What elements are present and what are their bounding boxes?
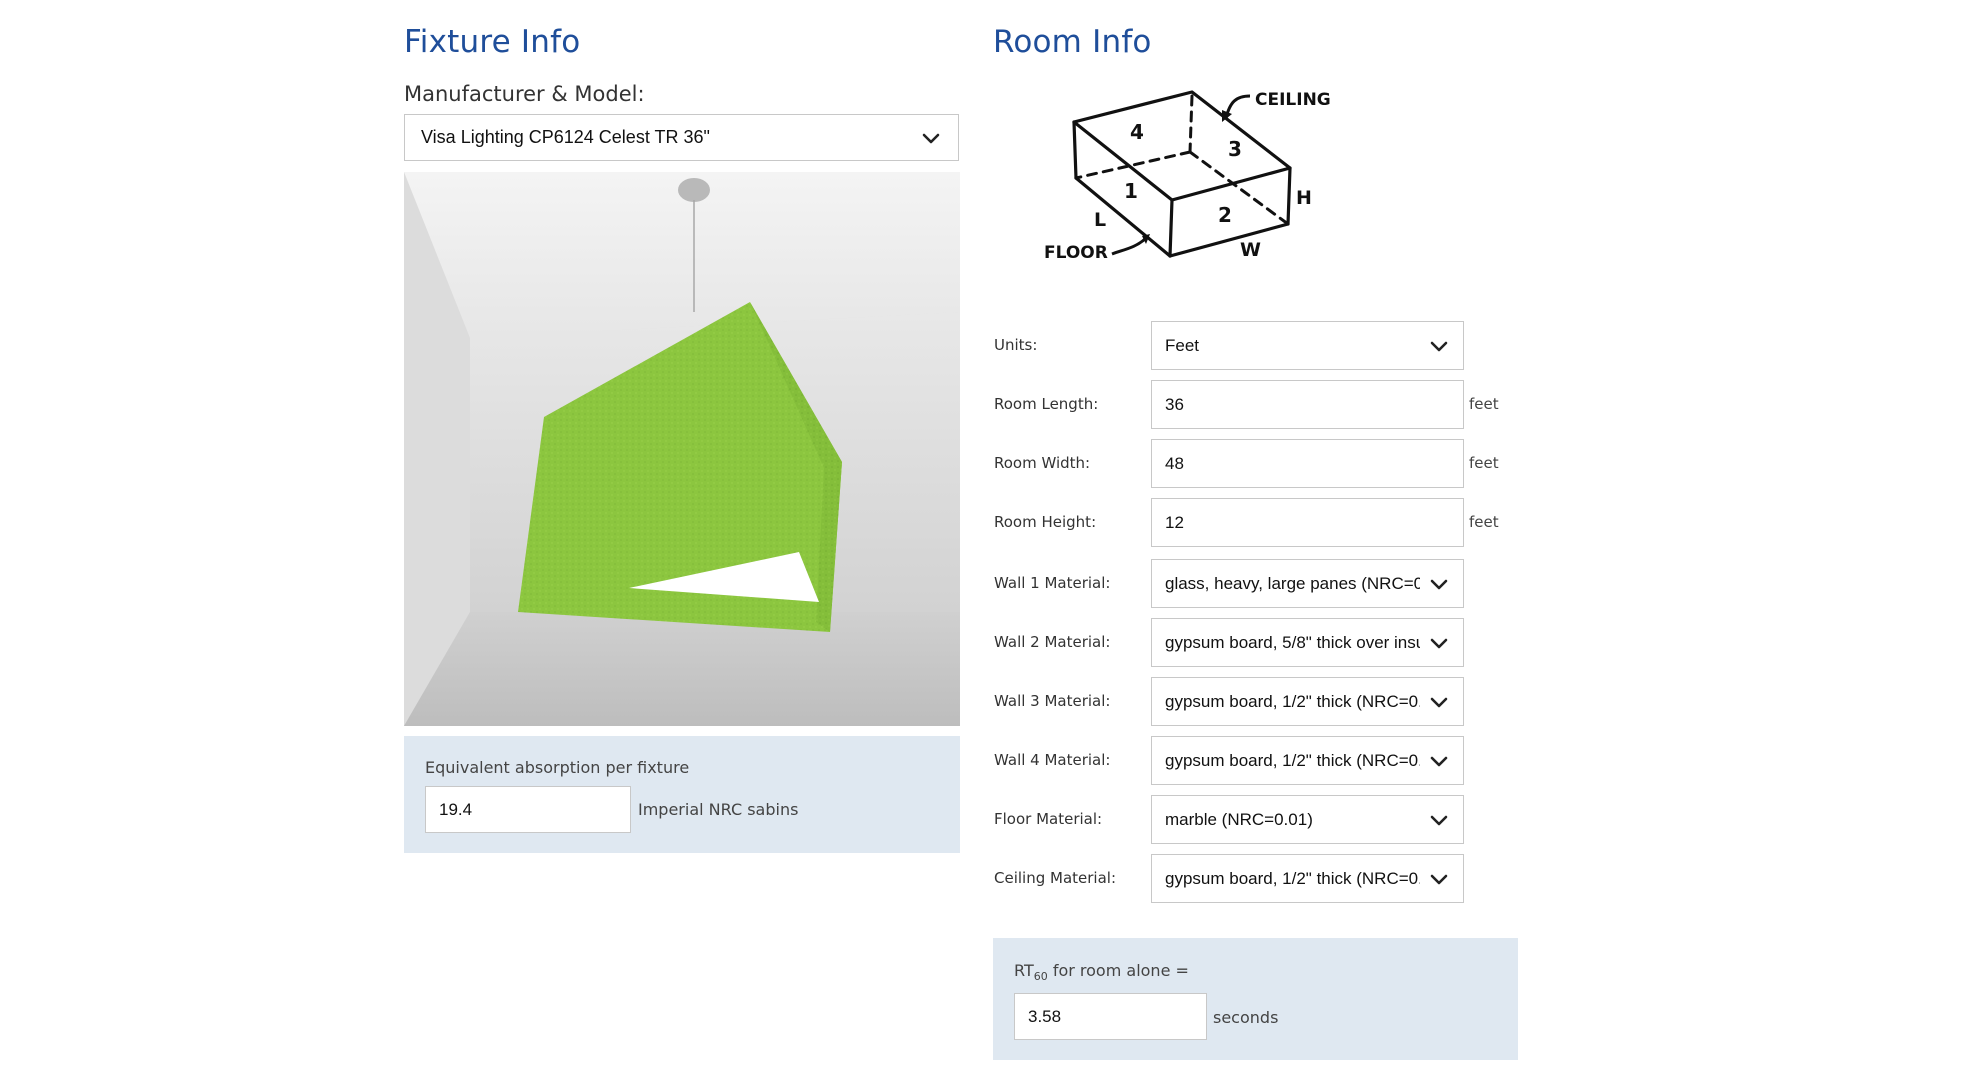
rt60-panel: RT60 for room alone = 3.58 seconds (993, 938, 1518, 1060)
floor-material-select[interactable]: marble (NRC=0.01) (1151, 795, 1464, 844)
wall3-material-select[interactable]: gypsum board, 1/2" thick (NRC=0.0 (1151, 677, 1464, 726)
wall4-material-value: gypsum board, 1/2" thick (NRC=0.0 (1165, 750, 1420, 770)
room-width-label: Room Width: (994, 454, 1091, 472)
floor-material-label: Floor Material: (994, 810, 1103, 828)
wall1-material-value: glass, heavy, large panes (NRC=0.0 (1165, 573, 1420, 593)
rt60-label-prefix: RT (1014, 961, 1034, 980)
diagram-wall1-number: 1 (1124, 179, 1138, 203)
absorption-panel: Equivalent absorption per fixture 19.4 I… (404, 736, 960, 853)
wall3-material-value: gypsum board, 1/2" thick (NRC=0.0 (1165, 691, 1420, 711)
chevron-down-icon (1430, 815, 1448, 825)
chevron-down-icon (1430, 756, 1448, 766)
diagram-wall3-number: 3 (1228, 137, 1242, 161)
rt60-field[interactable]: 3.58 (1014, 993, 1207, 1040)
diagram-ceiling-label: CEILING (1255, 90, 1331, 110)
absorption-field[interactable]: 19.4 (425, 786, 631, 833)
manufacturer-model-value: Visa Lighting CP6124 Celest TR 36" (421, 127, 710, 147)
wall1-material-label: Wall 1 Material: (994, 574, 1111, 592)
chevron-down-icon (1430, 579, 1448, 589)
chevron-down-icon (1430, 341, 1448, 351)
room-height-field[interactable]: 12 (1151, 498, 1464, 547)
diagram-wall4-number: 4 (1130, 120, 1144, 144)
rt60-label-subscript: 60 (1033, 970, 1048, 984)
room-box-diagram: CEILING FLOOR H L W 1 2 3 4 (1044, 90, 1331, 263)
diagram-wall2-number: 2 (1218, 203, 1232, 227)
fixture-render-image (404, 172, 960, 726)
diagram-l-label: L (1094, 209, 1106, 231)
chevron-down-icon (922, 133, 940, 143)
floor-material-value: marble (NRC=0.01) (1165, 809, 1313, 829)
units-value: Feet (1165, 335, 1200, 355)
room-height-label: Room Height: (994, 513, 1097, 531)
chevron-down-icon (1430, 874, 1448, 884)
wall4-material-label: Wall 4 Material: (994, 751, 1111, 769)
units-select[interactable]: Feet (1151, 321, 1464, 370)
ceiling-material-value: gypsum board, 1/2" thick (NRC=0.0 (1165, 868, 1420, 888)
wall1-material-select[interactable]: glass, heavy, large panes (NRC=0.0 (1151, 559, 1464, 608)
ceiling-material-select[interactable]: gypsum board, 1/2" thick (NRC=0.0 (1151, 854, 1464, 903)
rt60-label-suffix: for room alone = (1047, 961, 1189, 980)
chevron-down-icon (1430, 638, 1448, 648)
diagram-h-label: H (1296, 187, 1312, 209)
rt60-unit: seconds (1213, 1008, 1279, 1027)
room-height-unit: feet (1469, 513, 1499, 531)
fixture-info-title: Fixture Info (404, 24, 581, 60)
wall2-material-value: gypsum board, 5/8" thick over insula (1165, 632, 1420, 652)
wall2-material-select[interactable]: gypsum board, 5/8" thick over insula (1151, 618, 1464, 667)
room-width-unit: feet (1469, 454, 1499, 472)
chevron-down-icon (1430, 697, 1448, 707)
wall4-material-select[interactable]: gypsum board, 1/2" thick (NRC=0.0 (1151, 736, 1464, 785)
room-length-unit: feet (1469, 395, 1499, 413)
units-label: Units: (994, 336, 1038, 354)
ceiling-material-label: Ceiling Material: (994, 869, 1116, 887)
absorption-unit: Imperial NRC sabins (638, 800, 799, 819)
manufacturer-model-label: Manufacturer & Model: (404, 82, 645, 106)
room-length-label: Room Length: (994, 395, 1099, 413)
diagram-w-label: W (1240, 239, 1261, 261)
rt60-label: RT60 for room alone = (1014, 961, 1189, 983)
room-width-field[interactable]: 48 (1151, 439, 1464, 488)
absorption-label: Equivalent absorption per fixture (425, 758, 690, 777)
pendant-fixture-illustration (404, 172, 960, 726)
manufacturer-model-select[interactable]: Visa Lighting CP6124 Celest TR 36" (404, 114, 959, 161)
wall2-material-label: Wall 2 Material: (994, 633, 1111, 651)
diagram-floor-label: FLOOR (1044, 243, 1108, 263)
wall3-material-label: Wall 3 Material: (994, 692, 1111, 710)
room-length-field[interactable]: 36 (1151, 380, 1464, 429)
room-info-title: Room Info (993, 24, 1152, 60)
